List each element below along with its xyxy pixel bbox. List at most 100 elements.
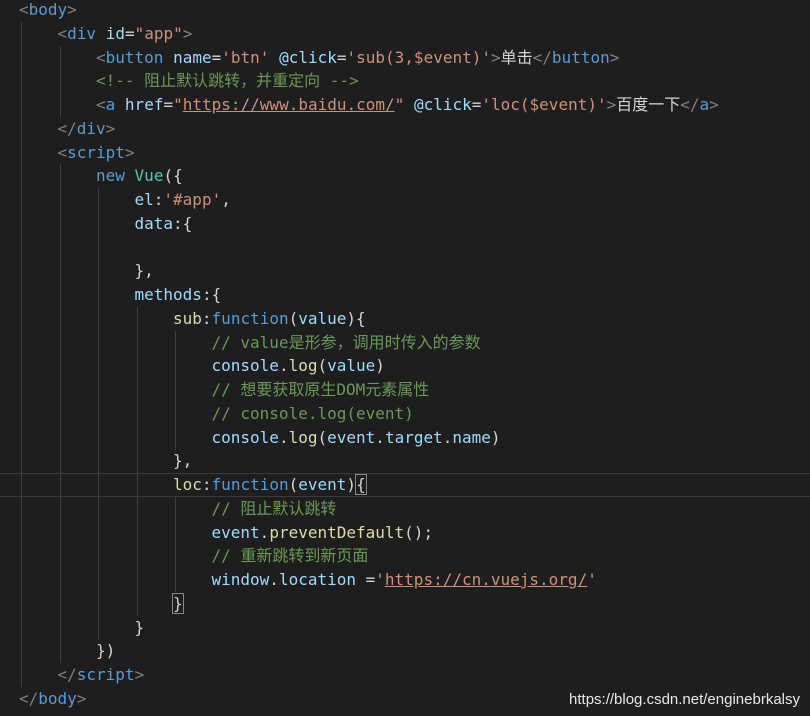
code-line-content: <body> [19,0,77,22]
code-token: </ [19,713,38,716]
code-token: ( [317,356,328,376]
code-token: event [211,522,260,542]
code-line[interactable]: // 想要获取原生DOM元素属性 [0,378,810,402]
code-line[interactable]: // console.log(event) [0,401,810,426]
indent-guide [59,378,61,402]
code-line[interactable]: </div> [0,116,810,141]
indent-guide [21,496,22,521]
code-token: button [551,47,610,67]
code-line[interactable]: <script> [0,140,810,165]
code-line-content: </html> [19,711,86,716]
code-line-content: <script> [58,141,135,165]
indent-guide [175,520,176,545]
code-line[interactable]: }, [0,259,810,284]
indent-guide [21,116,22,141]
code-line[interactable]: console.log(value) [0,354,810,379]
code-line[interactable]: } [0,591,810,616]
code-token: > [182,23,193,43]
indent-guide [98,283,99,307]
code-line[interactable]: } [0,615,810,640]
code-line[interactable]: data:{ [0,211,810,236]
indent-guide [21,69,22,94]
indent-guide [21,306,22,331]
code-line-content: event.preventDefault(); [212,521,434,545]
code-token: event [298,475,347,494]
indent-guide [59,520,61,545]
code-line[interactable]: loc:function(event){ [0,473,810,498]
indent-guide [21,211,22,236]
code-token: ( [288,308,299,328]
indent-guide [98,615,99,640]
indent-guide [21,140,22,165]
code-line[interactable]: methods:{ [0,283,810,307]
code-line[interactable]: <body> [0,0,810,22]
code-line[interactable]: sub:function(value){ [0,306,810,331]
code-line-content: }, [135,259,154,283]
code-line-content: } [135,616,145,640]
code-line[interactable]: }) [0,639,810,664]
indent-guide [136,496,138,521]
code-token: event [327,427,376,447]
code-token: script [76,665,135,684]
code-line-content: el:'#app', [135,188,231,212]
code-token: <!-- 阻止默认跳转，并重定向 --> [96,71,359,91]
code-line[interactable]: event.preventDefault(); [0,520,810,545]
code-line[interactable]: // 阻止默认跳转 [0,496,810,521]
indent-guide [21,93,22,117]
indent-guide [136,330,138,355]
indent-guide [21,544,22,569]
code-token: script [67,142,125,162]
indent-guide [98,449,99,474]
code-line[interactable]: new Vue({ [0,164,810,189]
indent-guide [59,449,61,474]
indent-guide [59,93,61,117]
code-editor[interactable]: <body> <div id="app"> <button name='btn' @… [0,0,810,716]
code-token: < [19,0,29,19]
code-token: ( [288,475,299,494]
code-token: ' [587,570,597,589]
code-line[interactable]: <div id="app"> [0,21,810,46]
code-line[interactable] [0,235,810,260]
indent-guide [136,591,138,616]
code-line-content: // 想要获取原生DOM元素属性 [212,378,430,402]
code-token: " [394,95,405,114]
indent-guide [21,615,22,640]
code-line[interactable]: <!-- 阻止默认跳转，并重定向 --> [0,69,810,94]
code-token: new [96,166,125,186]
code-line[interactable]: </html> [0,711,810,716]
indent-guide [98,568,99,592]
code-token: > [77,713,87,716]
code-token: Vue [134,166,164,186]
code-line-content: new Vue({ [96,164,183,188]
indent-guide [175,401,176,426]
code-line[interactable]: // value是形参，调用时传入的参数 [0,330,810,355]
code-line[interactable]: }, [0,449,810,474]
code-line[interactable]: console.log(event.target.name) [0,425,810,450]
code-token: ) [490,427,501,447]
code-token: > [606,95,617,114]
indent-guide [59,544,61,569]
code-line[interactable]: window.location ='https://cn.vuejs.org/' [0,568,810,592]
code-token: ){ [346,308,366,328]
code-token: = [356,570,376,589]
code-line-content: }) [96,639,115,663]
code-token: ' [375,570,385,589]
code-token: 单击 [500,47,533,67]
code-line[interactable]: // 重新跳转到新页面 [0,544,810,569]
indent-guide [98,474,99,498]
indent-guide [59,235,61,260]
code-line-content: console.log(value) [212,354,385,378]
code-line[interactable]: el:'#app', [0,188,810,212]
code-line[interactable]: <button name='btn' @click='sub(3,$event)… [0,45,810,70]
indent-guide [175,568,176,592]
code-line[interactable]: <a href="https://www.baidu.com/" @click=… [0,93,810,117]
code-token: ) [375,356,385,376]
indent-guide [21,164,22,189]
code-token: . [375,427,385,447]
code-line[interactable]: </script> [0,663,810,687]
code-line-content: methods:{ [135,283,222,307]
code-token: < [57,23,68,43]
code-token: > [76,688,87,708]
